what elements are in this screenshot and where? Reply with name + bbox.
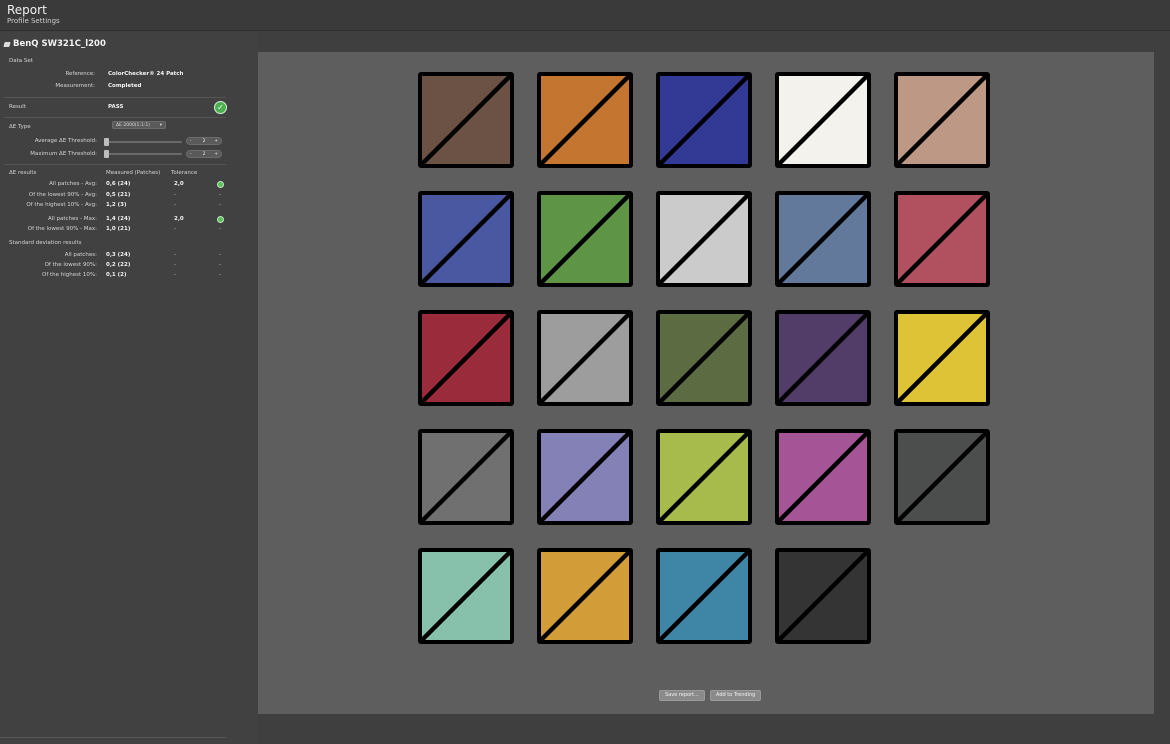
- color-patch: [775, 429, 871, 525]
- color-patch: [418, 72, 514, 168]
- result-row-measured: 1,0 (21): [106, 226, 131, 232]
- divider: [4, 164, 226, 165]
- color-patch: [894, 191, 990, 287]
- delta-e-type-dropdown[interactable]: ΔE 2000(1:1:1) ▾: [112, 121, 166, 129]
- color-patch: [656, 310, 752, 406]
- col-measured-header: Measured (Patches): [106, 170, 161, 176]
- report-sidebar: BenQ SW321C_l200 Data Set Reference: Col…: [0, 31, 258, 744]
- avg-threshold-stepper[interactable]: - 2 +: [186, 137, 222, 145]
- color-patch: [656, 429, 752, 525]
- slider-thumb[interactable]: [104, 138, 109, 146]
- std-row-measured: 0,3 (24): [106, 252, 131, 258]
- reference-label: Reference:: [65, 71, 95, 77]
- result-row-label: All patches - Max:: [47, 216, 97, 222]
- result-value: PASS: [108, 104, 124, 110]
- std-row-measured: 0,2 (22): [106, 262, 131, 268]
- avg-threshold-label: Average ΔE Threshold:: [34, 138, 97, 144]
- result-row-status: -: [219, 192, 221, 198]
- result-row-tolerance: -: [174, 192, 176, 198]
- color-patch: [894, 310, 990, 406]
- color-patch: [418, 191, 514, 287]
- increment-button[interactable]: +: [214, 138, 218, 145]
- color-patch: [537, 310, 633, 406]
- max-threshold-stepper[interactable]: - 2 +: [186, 150, 222, 158]
- divider: [4, 117, 226, 118]
- add-to-trending-button[interactable]: Add to Trending: [710, 690, 762, 701]
- pass-check-icon: ✓: [214, 101, 227, 114]
- save-report-button[interactable]: Save report...: [659, 690, 705, 701]
- color-patch: [775, 191, 871, 287]
- color-patch: [537, 429, 633, 525]
- result-row-label: Of the highest 10% - Avg:: [26, 202, 97, 208]
- increment-button[interactable]: +: [214, 151, 218, 158]
- de-results-heading: ΔE results: [9, 170, 37, 176]
- delta-e-type-label: ΔE Type: [9, 124, 31, 130]
- std-row-tolerance: -: [174, 272, 176, 278]
- std-row-tolerance: -: [174, 262, 176, 268]
- slider-thumb[interactable]: [104, 150, 109, 158]
- result-row-measured: 1,2 (3): [106, 202, 127, 208]
- result-row-label: Of the lowest 90% - Max:: [27, 226, 97, 232]
- divider: [4, 97, 226, 98]
- pass-check-icon: [217, 216, 224, 223]
- color-patch: [418, 310, 514, 406]
- result-row-measured: 0,6 (24): [106, 181, 131, 187]
- result-row-tolerance: -: [174, 226, 176, 232]
- std-row-status: -: [219, 272, 221, 278]
- color-patch: [656, 72, 752, 168]
- device-name: BenQ SW321C_l200: [13, 39, 106, 49]
- divider: [0, 737, 226, 738]
- std-row-measured: 0,1 (2): [106, 272, 127, 278]
- result-row-measured: 0,5 (21): [106, 192, 131, 198]
- measurement-value: Completed: [108, 83, 142, 89]
- reference-value: ColorChecker® 24 Patch: [108, 71, 184, 77]
- page-subtitle: Profile Settings: [7, 17, 60, 25]
- color-patch: [537, 548, 633, 644]
- std-results-heading: Standard deviation results: [9, 240, 82, 246]
- delta-e-type-selected: ΔE 2000(1:1:1): [116, 123, 150, 128]
- result-row-measured: 1,4 (24): [106, 216, 131, 222]
- page-title: Report: [7, 3, 47, 17]
- color-patch: [537, 191, 633, 287]
- color-patch: [656, 191, 752, 287]
- header: Report Profile Settings: [0, 0, 1170, 31]
- patch-comparison-panel: [258, 52, 1154, 714]
- color-patch: [656, 548, 752, 644]
- result-row-label: Of the lowest 90% - Avg:: [28, 192, 97, 198]
- std-row-tolerance: -: [174, 252, 176, 258]
- result-row-tolerance: -: [174, 202, 176, 208]
- result-row-label: All patches - Avg:: [49, 181, 97, 187]
- std-row-label: Of the highest 10%:: [41, 272, 97, 278]
- chevron-down-icon: ▾: [159, 123, 162, 128]
- std-row-status: -: [219, 262, 221, 268]
- max-threshold-slider[interactable]: [104, 150, 182, 158]
- avg-threshold-slider[interactable]: [104, 138, 182, 146]
- col-tolerance-header: Tolerance: [171, 170, 198, 176]
- max-threshold-label: Maximum ΔE Threshold:: [30, 151, 97, 157]
- display-icon: [3, 41, 11, 47]
- color-patch: [537, 72, 633, 168]
- result-label: Result: [9, 104, 26, 110]
- result-row-tolerance: 2,0: [174, 216, 184, 222]
- color-patch: [418, 429, 514, 525]
- device-title: BenQ SW321C_l200: [3, 39, 106, 49]
- result-row-tolerance: 2,0: [174, 181, 184, 187]
- color-patch: [775, 310, 871, 406]
- color-patch: [894, 429, 990, 525]
- pass-check-icon: [217, 181, 224, 188]
- color-patch: [775, 548, 871, 644]
- result-row-status: -: [219, 226, 221, 232]
- data-set-heading: Data Set: [9, 58, 33, 64]
- result-row-status: -: [219, 202, 221, 208]
- std-row-label: All patches:: [64, 252, 97, 258]
- color-patch: [894, 72, 990, 168]
- std-row-label: Of the lowest 90%:: [44, 262, 97, 268]
- color-patch: [418, 548, 514, 644]
- measurement-label: Measurement:: [55, 83, 95, 89]
- std-row-status: -: [219, 252, 221, 258]
- color-patch: [775, 72, 871, 168]
